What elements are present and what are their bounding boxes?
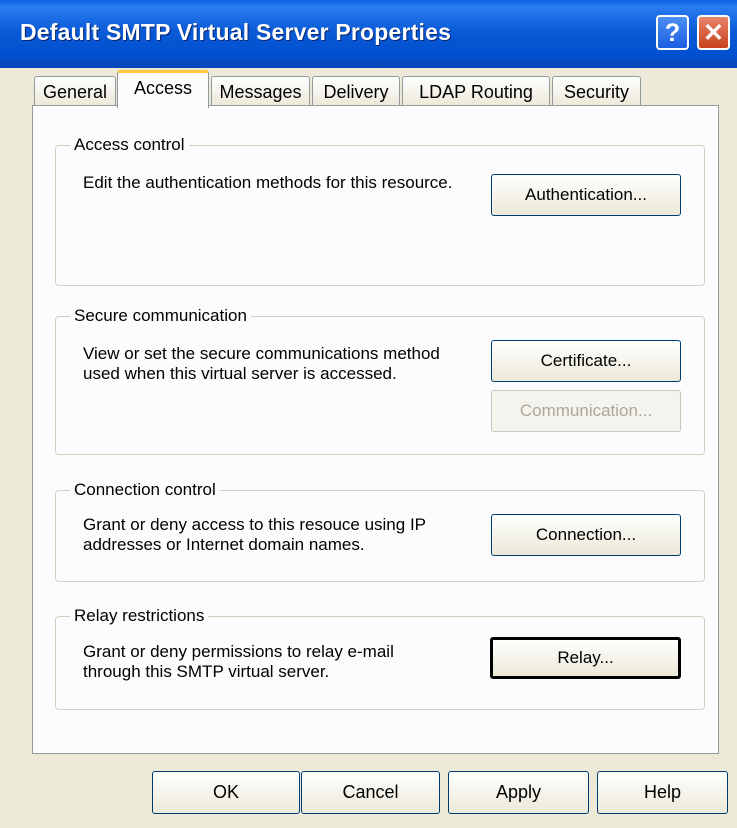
access-control-description: Edit the authentication methods for this…: [83, 173, 453, 192]
communication-button[interactable]: Communication...: [491, 390, 681, 432]
certificate-button[interactable]: Certificate...: [491, 340, 681, 382]
relay-restrictions-group: Relay restrictions Grant or deny permiss…: [55, 606, 705, 710]
connection-control-group: Connection control Grant or deny access …: [55, 480, 705, 582]
access-control-title: Access control: [70, 135, 189, 155]
tab-ldap-routing[interactable]: LDAP Routing: [402, 76, 550, 106]
secure-communication-title: Secure communication: [70, 306, 251, 326]
authentication-button[interactable]: Authentication...: [491, 174, 681, 216]
title-bar[interactable]: Default SMTP Virtual Server Properties ?…: [0, 0, 737, 68]
tab-general[interactable]: General: [34, 76, 116, 106]
relay-restrictions-title: Relay restrictions: [70, 606, 209, 626]
access-control-group: Access control Edit the authentication m…: [55, 135, 705, 286]
relay-restrictions-description: Grant or deny permissions to relay e-mai…: [83, 642, 394, 681]
connection-control-title: Connection control: [70, 480, 220, 500]
tab-access[interactable]: Access: [117, 70, 209, 108]
window-title: Default SMTP Virtual Server Properties: [20, 19, 452, 45]
secure-communication-group: Secure communication View or set the sec…: [55, 306, 705, 455]
connection-control-description: Grant or deny access to this resouce usi…: [83, 515, 426, 554]
tab-messages[interactable]: Messages: [211, 76, 310, 106]
help-button[interactable]: Help: [597, 771, 728, 814]
ok-button[interactable]: OK: [152, 771, 300, 814]
connection-button[interactable]: Connection...: [491, 514, 681, 556]
secure-communication-description: View or set the secure communications me…: [83, 344, 440, 383]
tab-panel-access: Access control Edit the authentication m…: [32, 105, 719, 754]
apply-button[interactable]: Apply: [448, 771, 589, 814]
dialog-window: Default SMTP Virtual Server Properties ?…: [0, 0, 737, 828]
tab-delivery[interactable]: Delivery: [312, 76, 400, 106]
close-icon[interactable]: ✕: [697, 15, 730, 50]
help-icon[interactable]: ?: [656, 15, 689, 50]
cancel-button[interactable]: Cancel: [301, 771, 440, 814]
tab-security[interactable]: Security: [552, 76, 641, 106]
relay-button[interactable]: Relay...: [490, 637, 681, 679]
